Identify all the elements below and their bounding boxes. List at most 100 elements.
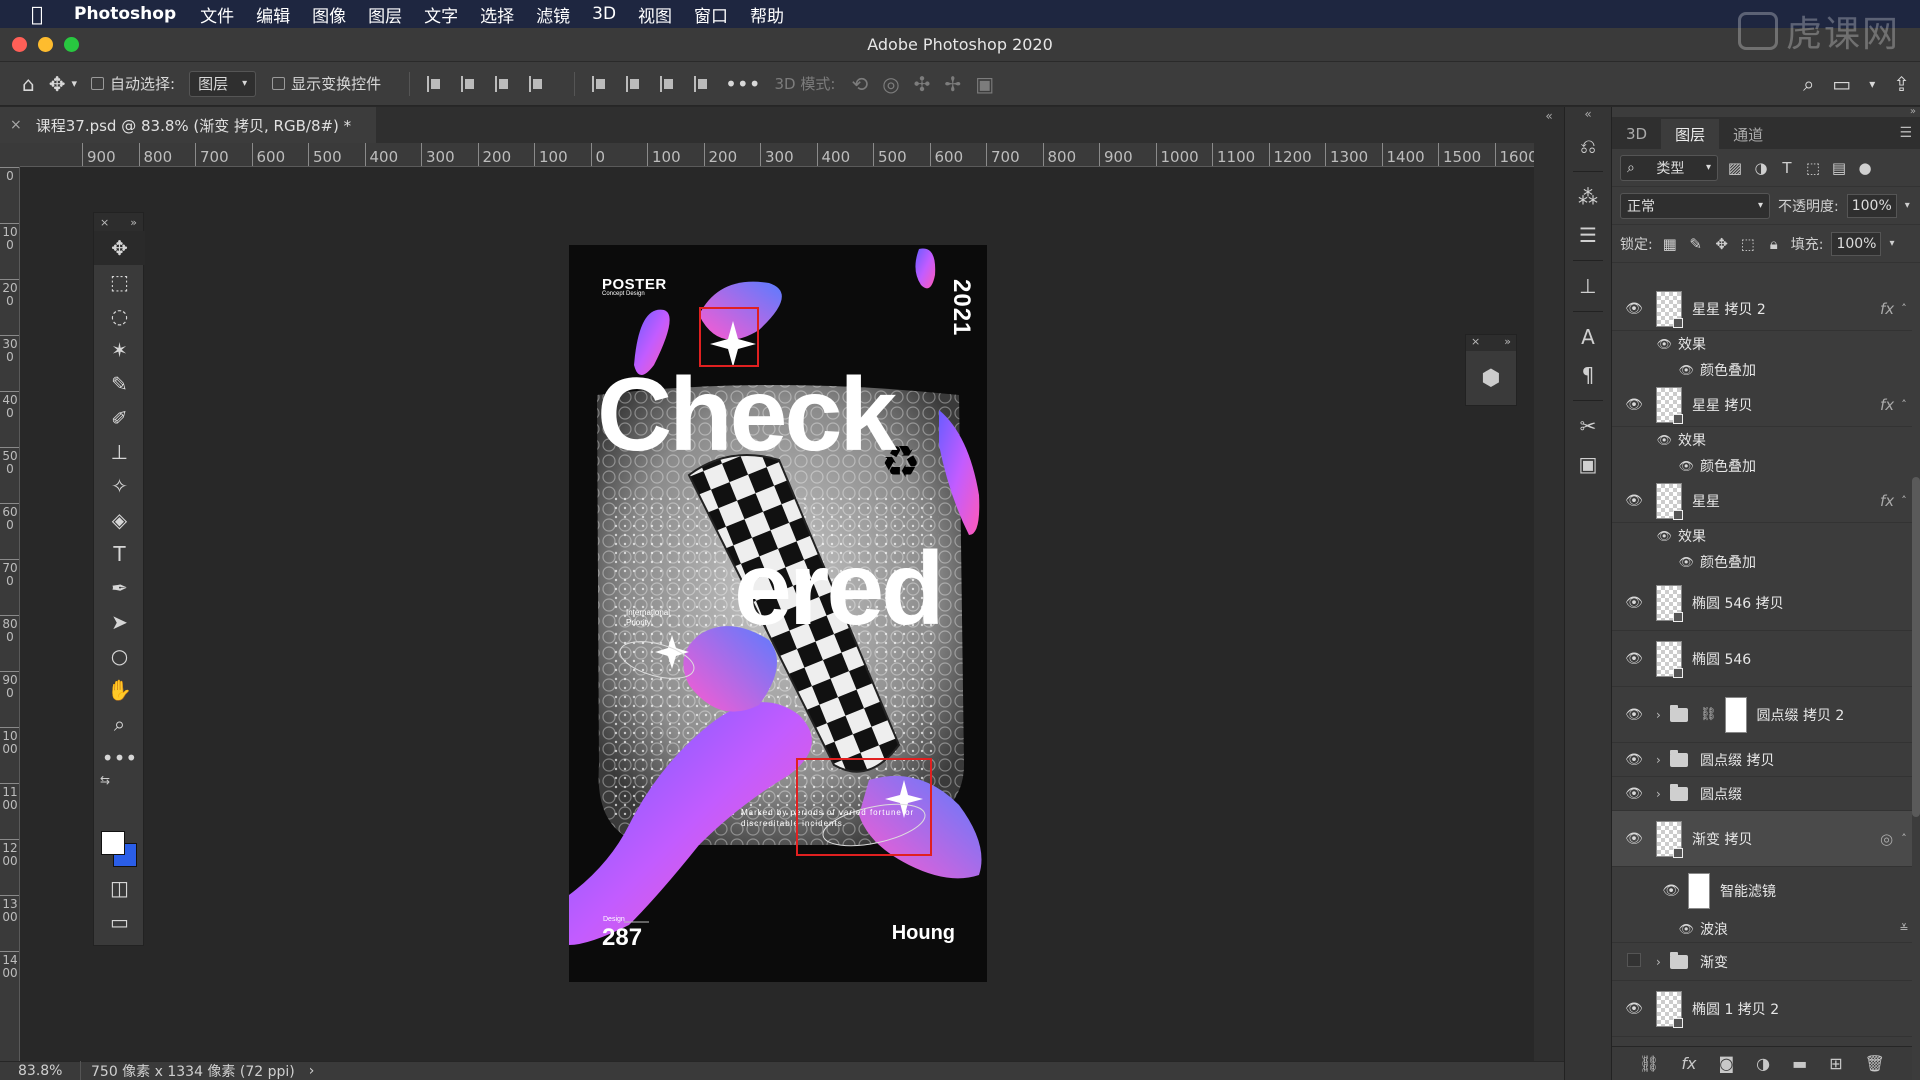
lock-all-icon[interactable]: 🔒︎ xyxy=(1765,235,1783,253)
auto-select-checkbox[interactable] xyxy=(91,77,104,90)
visibility-eye-icon[interactable]: 👁︎ xyxy=(1612,555,1700,569)
visibility-eye-icon[interactable]: 👁︎ xyxy=(1612,301,1656,317)
character-icon[interactable]: A xyxy=(1565,318,1611,356)
close-icon[interactable]: × xyxy=(100,216,109,229)
visibility-eye-icon[interactable]: 👁︎ xyxy=(1612,922,1700,936)
filter-type-icon[interactable]: T xyxy=(1778,159,1796,177)
layer-group-row[interactable]: › 渐变 xyxy=(1612,943,1912,981)
search-icon[interactable]: ⌕ xyxy=(1803,72,1814,96)
smart-filter-icon[interactable]: ◎ xyxy=(1880,830,1896,848)
effects-row[interactable]: 👁︎ 效果 xyxy=(1612,331,1912,357)
move-tool[interactable]: ✥ xyxy=(94,231,145,265)
3d-object-icon[interactable]: ⬢ xyxy=(1466,351,1516,405)
layer-row[interactable]: 👁︎ 星星 拷贝 2 fx ˄ xyxy=(1612,287,1912,331)
chevron-down-icon[interactable]: ▾ xyxy=(1889,238,1894,249)
layer-row[interactable]: 👁︎ 椭圆 546 xyxy=(1612,631,1912,687)
tab-3d[interactable]: 3D xyxy=(1612,119,1661,149)
panel-menu-icon[interactable]: ☰ xyxy=(1899,125,1912,141)
history-icon[interactable]: ⎌ xyxy=(1565,127,1611,165)
floating-panel-header[interactable]: ×» xyxy=(1466,335,1516,351)
poster-artboard[interactable]: ♻ POSTER Concept Design 2021 Check ered … xyxy=(569,245,987,982)
distribute-horizontal-icon[interactable] xyxy=(526,74,546,94)
menu-view[interactable]: 视图 xyxy=(638,2,672,27)
fill-input[interactable]: 100% xyxy=(1831,231,1882,256)
tab-layers[interactable]: 图层 xyxy=(1661,119,1720,149)
expand-group-icon[interactable]: › xyxy=(1656,955,1670,969)
drag-3d-icon[interactable]: ✣ xyxy=(914,72,931,96)
workspace-icon[interactable]: ▭ xyxy=(1832,72,1851,96)
adjustments-icon[interactable]: ☰ xyxy=(1565,216,1611,254)
menu-file[interactable]: 文件 xyxy=(200,2,234,27)
stamp-tool[interactable]: ⊥ xyxy=(94,435,145,469)
auto-select-dropdown[interactable]: 图层 ▾ xyxy=(189,70,257,97)
swap-colors-icon[interactable]: ⇆ xyxy=(100,773,110,787)
libraries-icon[interactable]: ▣ xyxy=(1565,445,1611,483)
layer-row-selected[interactable]: 👁︎ 渐变 拷贝 ◎ ˄ xyxy=(1612,811,1912,867)
expand-group-icon[interactable]: › xyxy=(1656,787,1670,801)
document-tab[interactable]: × 课程37.psd @ 83.8% (渐变 拷贝, RGB/8#) * xyxy=(0,107,376,143)
effect-item-row[interactable]: 👁︎ 颜色叠加 xyxy=(1612,453,1912,479)
new-layer-icon[interactable]: ⊞ xyxy=(1829,1054,1842,1073)
visibility-eye-icon[interactable]: 👁︎ xyxy=(1612,397,1656,413)
effect-item-row[interactable]: 👁︎ 颜色叠加 xyxy=(1612,549,1912,575)
distribute-vertical-icon[interactable] xyxy=(691,74,711,94)
lock-position-icon[interactable]: ✥ xyxy=(1713,235,1731,253)
expand-group-icon[interactable]: › xyxy=(1656,708,1670,722)
collapse-effects-icon[interactable]: ˄ xyxy=(1896,494,1912,507)
lasso-tool[interactable]: ◌ xyxy=(94,299,145,333)
tab-channels[interactable]: 通道 xyxy=(1719,119,1777,149)
screen-mode-icon[interactable]: ▭ xyxy=(94,905,145,939)
visibility-eye-icon[interactable]: 👁︎ xyxy=(1612,752,1656,768)
collapse-effects-icon[interactable]: ˄ xyxy=(1896,302,1912,315)
move-tool-preset-icon[interactable]: ✥ ▾ xyxy=(49,72,77,96)
expand-icon[interactable]: » xyxy=(130,216,137,229)
add-mask-icon[interactable]: ◙ xyxy=(1719,1054,1735,1073)
more-options-icon[interactable]: ••• xyxy=(725,72,760,96)
horizontal-ruler[interactable]: 900 800 700 600 500 400 300 200 100 0 100 200 300 400… xyxy=(20,143,1534,167)
visibility-eye-icon[interactable]: 👁︎ xyxy=(1612,707,1656,723)
paint-bucket-tool[interactable]: ◈ xyxy=(94,503,145,537)
more-tools-icon[interactable]: ••• xyxy=(94,741,145,775)
expand-group-icon[interactable]: › xyxy=(1656,753,1670,767)
opacity-input[interactable]: 100% xyxy=(1846,193,1897,218)
visibility-eye-icon[interactable]: 👁︎ xyxy=(1612,883,1688,899)
visibility-eye-icon[interactable]: 👁︎ xyxy=(1612,433,1678,447)
filter-pixel-icon[interactable]: ▨ xyxy=(1726,159,1744,177)
camera-3d-icon[interactable]: ▣ xyxy=(975,72,994,96)
visibility-eye-icon[interactable]: 👁︎ xyxy=(1612,459,1700,473)
effects-row[interactable]: 👁︎ 效果 xyxy=(1612,523,1912,549)
path-selection-tool[interactable]: ➤ xyxy=(94,605,145,639)
menu-edit[interactable]: 编辑 xyxy=(256,2,290,27)
menu-layer[interactable]: 图层 xyxy=(368,2,402,27)
visibility-eye-icon[interactable]: 👁︎ xyxy=(1612,831,1656,847)
brush-tool[interactable]: ✐ xyxy=(94,401,145,435)
quick-mask-icon[interactable]: ◫ xyxy=(94,871,145,905)
show-transform-checkbox[interactable] xyxy=(272,77,286,90)
layer-filter-dropdown[interactable]: ⌕ 类型 ▾ xyxy=(1620,154,1718,181)
share-icon[interactable]: ⇪ xyxy=(1893,72,1910,96)
expand-icon[interactable]: » xyxy=(1504,335,1511,351)
layer-row[interactable]: 👁︎ 星星 fx ˄ xyxy=(1612,479,1912,523)
menu-app-name[interactable]: Photoshop xyxy=(74,4,176,24)
zoom-level[interactable]: 83.8% xyxy=(0,1063,80,1079)
align-top-icon[interactable] xyxy=(589,74,609,94)
fx-icon[interactable]: fx xyxy=(1880,492,1896,510)
menu-3d[interactable]: 3D xyxy=(592,4,616,24)
new-group-icon[interactable]: ▬ xyxy=(1792,1054,1807,1073)
smart-filters-row[interactable]: 👁︎ 智能滤镜 xyxy=(1612,867,1912,915)
fx-icon[interactable]: fx xyxy=(1880,300,1896,318)
blend-mode-dropdown[interactable]: 正常 ▾ xyxy=(1620,192,1770,219)
lock-artboard-icon[interactable]: ⬚ xyxy=(1739,235,1757,253)
foreground-color-swatch[interactable] xyxy=(101,831,125,855)
layer-row[interactable]: 👁︎ 星星 拷贝 fx ˄ xyxy=(1612,383,1912,427)
menu-type[interactable]: 文字 xyxy=(424,2,458,27)
filter-toggle-icon[interactable]: ● xyxy=(1856,159,1874,177)
roll-3d-icon[interactable]: ◎ xyxy=(882,72,899,96)
filter-item-row[interactable]: 👁︎ 波浪 ≚ xyxy=(1612,915,1912,943)
new-adjustment-icon[interactable]: ◑ xyxy=(1756,1054,1770,1073)
filter-options-icon[interactable]: ≚ xyxy=(1896,922,1912,935)
orbit-3d-icon[interactable]: ⟲ xyxy=(851,72,868,96)
mask-link-icon[interactable]: ⛓ xyxy=(1700,707,1717,722)
visibility-eye-icon[interactable]: 👁︎ xyxy=(1612,493,1656,509)
menu-window[interactable]: 窗口 xyxy=(694,2,728,27)
